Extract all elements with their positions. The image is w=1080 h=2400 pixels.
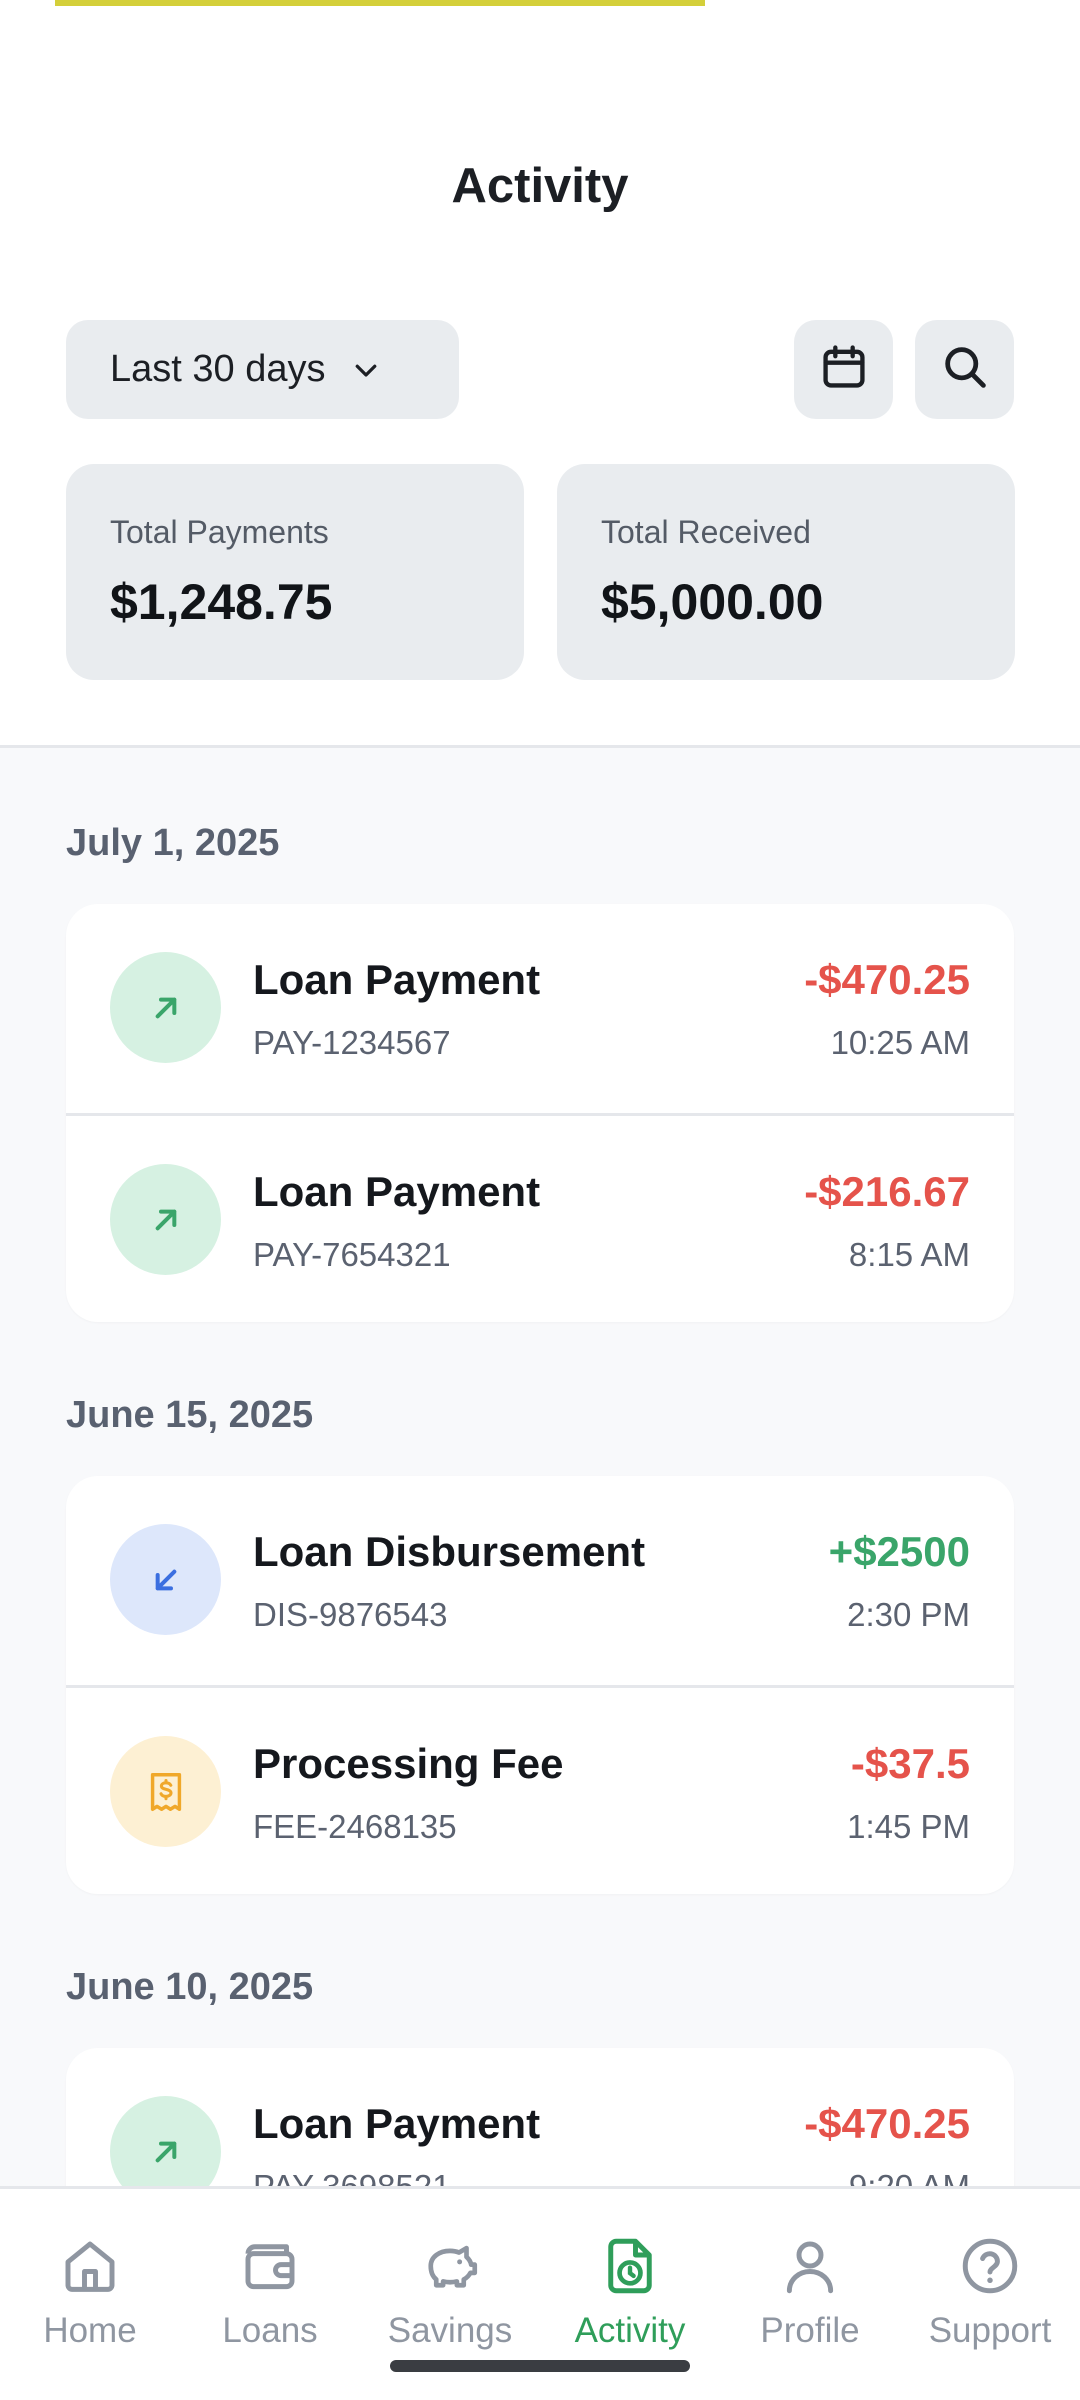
date-heading: July 1, 2025	[66, 822, 280, 864]
date-heading: June 15, 2025	[66, 1394, 314, 1436]
nav-label: Support	[928, 2311, 1052, 2350]
transaction-title: Loan Disbursement	[253, 1528, 646, 1575]
home-icon	[55, 2231, 125, 2301]
date-range-label: Last 30 days	[110, 348, 326, 390]
nav-label: Home	[43, 2311, 137, 2350]
user-icon	[775, 2231, 845, 2301]
transaction-time: 8:15 AM	[848, 1236, 970, 1273]
arrow-down-left-icon	[110, 1524, 221, 1635]
header: Activity Last 30 days Total Payments $1,…	[0, 0, 1080, 748]
transaction-title: Loan Payment	[253, 2100, 541, 2147]
chevron-down-icon	[351, 355, 381, 385]
transaction-title: Loan Payment	[253, 956, 541, 1003]
total-payments-value: $1,248.75	[110, 574, 333, 630]
transaction-time: 1:45 PM	[847, 1808, 970, 1845]
transaction-row[interactable]: Loan Disbursement DIS-9876543 +$2500 2:3…	[66, 1476, 1014, 1685]
transaction-title: Loan Payment	[253, 1168, 541, 1215]
transaction-ref: DIS-9876543	[253, 1596, 448, 1633]
transaction-amount: -$37.5	[850, 1740, 970, 1787]
total-payments-label: Total Payments	[110, 514, 329, 550]
transaction-group: Loan Disbursement DIS-9876543 +$2500 2:3…	[66, 1476, 1014, 1894]
nav-label: Loans	[222, 2311, 318, 2350]
piggy-bank-icon	[415, 2231, 485, 2301]
transaction-time: 10:25 AM	[830, 1024, 970, 1061]
home-indicator	[390, 2360, 690, 2372]
nav-label: Savings	[387, 2311, 513, 2350]
transaction-title: Processing Fee	[253, 1740, 564, 1787]
total-received-label: Total Received	[601, 514, 811, 550]
transaction-amount: +$2500	[828, 1528, 970, 1575]
transaction-row[interactable]: Processing Fee FEE-2468135 -$37.5 1:45 P…	[66, 1685, 1014, 1894]
date-range-dropdown[interactable]: Last 30 days	[66, 320, 459, 419]
calendar-button[interactable]	[794, 320, 893, 419]
transaction-amount: -$470.25	[804, 2100, 970, 2147]
search-button[interactable]	[915, 320, 1014, 419]
nav-item-profile[interactable]: Profile	[720, 2189, 900, 2400]
activity-receipt-icon	[595, 2231, 665, 2301]
page-title: Activity	[451, 159, 629, 213]
transaction-row[interactable]: Loan Payment PAY-7654321 -$216.67 8:15 A…	[66, 1113, 1014, 1322]
transaction-ref: FEE-2468135	[253, 1808, 457, 1845]
total-received-card: Total Received $5,000.00	[557, 464, 1015, 680]
help-icon	[955, 2231, 1025, 2301]
date-heading: June 10, 2025	[66, 1966, 314, 2008]
wallet-icon	[235, 2231, 305, 2301]
transaction-time: 2:30 PM	[847, 1596, 970, 1633]
transaction-amount: -$216.67	[804, 1168, 970, 1215]
nav-item-support[interactable]: Support	[900, 2189, 1080, 2400]
transaction-ref: PAY-1234567	[253, 1024, 451, 1061]
transaction-row[interactable]: Loan Payment PAY-1234567 -$470.25 10:25 …	[66, 904, 1014, 1113]
nav-label: Activity	[574, 2311, 686, 2350]
total-received-value: $5,000.00	[601, 574, 824, 630]
calendar-icon	[818, 341, 870, 398]
nav-label: Profile	[760, 2311, 860, 2350]
receipt-icon	[110, 1736, 221, 1847]
nav-item-loans[interactable]: Loans	[180, 2189, 360, 2400]
arrow-up-right-icon	[110, 1164, 221, 1275]
transaction-group: Loan Payment PAY-1234567 -$470.25 10:25 …	[66, 904, 1014, 1322]
transaction-ref: PAY-7654321	[253, 1236, 451, 1273]
top-accent-bar	[55, 0, 705, 6]
arrow-up-right-icon	[110, 952, 221, 1063]
total-payments-card: Total Payments $1,248.75	[66, 464, 524, 680]
search-icon	[939, 341, 991, 398]
nav-item-home[interactable]: Home	[0, 2189, 180, 2400]
transaction-amount: -$470.25	[804, 956, 970, 1003]
